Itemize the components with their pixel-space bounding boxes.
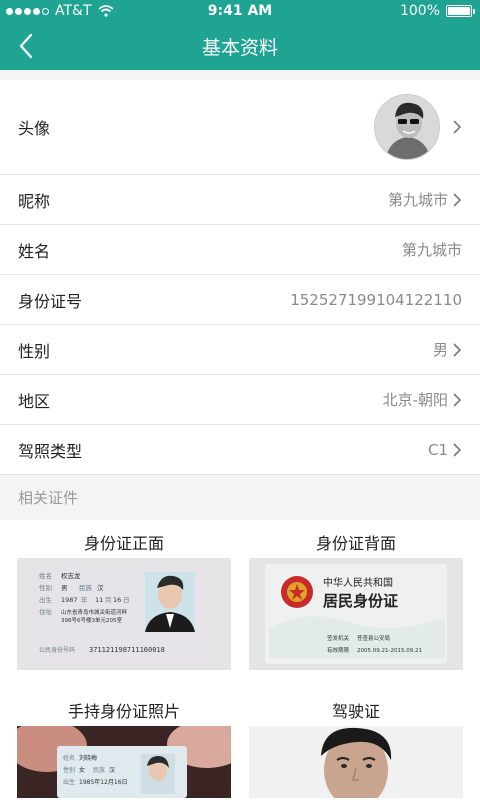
hand-ethnic: 汉 <box>109 766 115 774</box>
avatar-row[interactable]: 头像 <box>0 80 480 175</box>
row-nickname[interactable]: 昵称 第九城市 <box>0 175 480 225</box>
status-right: 100% <box>399 3 475 19</box>
hand-name-label: 姓名 <box>63 754 75 762</box>
id-addr2: 398号6号楼3单元205室 <box>61 616 122 624</box>
doc-title: 身份证正面 <box>83 534 164 553</box>
chevron-right-icon <box>453 120 462 134</box>
doc-hand-id: 手持身份证照片 姓名 刘晓梅 性别 女 民族 汉 出生 1985年12月16日 <box>17 698 231 798</box>
svg-text:月: 月 <box>105 596 112 604</box>
doc-id-back: 身份证背面 中华人民共和国 居民身份证 签发机关 苍查县公安局 有效期限 200… <box>249 530 463 670</box>
nav-bar: 基本资料 <box>0 22 480 70</box>
doc-id-front: 身份证正面 姓名 权志龙 性别 男 民族 汉 出生 1987 年 11 月 16… <box>17 530 231 670</box>
hand-ethnic-label: 民族 <box>93 766 105 774</box>
chevron-right-icon <box>453 342 462 357</box>
id-number-label: 公民身份号码 <box>39 646 75 654</box>
id-front-image[interactable]: 姓名 权志龙 性别 男 民族 汉 出生 1987 年 11 月 16 日 住址 … <box>17 558 231 670</box>
row-label: 昵称 <box>18 191 51 211</box>
id-ethnic-label: 民族 <box>79 583 93 592</box>
status-bar: AT&T 9:41 AM 100% <box>0 0 480 22</box>
drivers-license-image[interactable] <box>249 726 463 798</box>
id-birth-year: 1987 <box>61 596 78 604</box>
row-value: C1 <box>427 440 448 459</box>
id-number: 371121198711160018 <box>89 646 165 654</box>
row-label: 地区 <box>18 391 51 411</box>
id-name-label: 姓名 <box>39 571 52 580</box>
doc-drivers-license: 驾驶证 <box>249 698 463 798</box>
row-value: 男 <box>432 341 448 359</box>
chevron-right-icon <box>453 192 462 207</box>
row-name: 姓名 第九城市 <box>0 225 480 275</box>
id-addr-label: 住址 <box>39 607 53 616</box>
row-label: 身份证号 <box>18 291 83 311</box>
hand-sex: 女 <box>79 766 85 774</box>
svg-text:年: 年 <box>81 595 88 604</box>
chevron-right-icon <box>453 442 462 457</box>
hand-sex-label: 性别 <box>63 766 75 774</box>
row-label: 姓名 <box>18 241 51 261</box>
hand-birth: 1985年12月16日 <box>79 778 128 786</box>
profile-list: 头像 昵称 第九城市 姓名 第九城市 身份证号 1525271991041221… <box>0 80 480 519</box>
row-license-type[interactable]: 驾照类型 C1 <box>0 425 480 475</box>
row-value: 第九城市 <box>387 191 448 209</box>
id-valid-label: 有效期限 <box>327 646 350 654</box>
id-country: 中华人民共和国 <box>323 576 393 589</box>
row-region[interactable]: 地区 北京-朝阳 <box>0 375 480 425</box>
id-birth-day: 16 <box>113 596 121 604</box>
id-sex-label: 性别 <box>39 583 52 592</box>
avatar <box>374 94 440 160</box>
id-addr1: 山东省青岛市城关街道河畔 <box>61 608 128 616</box>
battery-icon <box>446 5 475 17</box>
id-ethnic: 汉 <box>97 584 104 592</box>
battery-percent: 100% <box>399 3 440 19</box>
id-birth-month: 11 <box>95 596 103 604</box>
id-card-name: 居民身份证 <box>323 592 398 610</box>
svg-text:日: 日 <box>123 596 130 604</box>
id-authority-label: 签发机关 <box>327 634 350 642</box>
row-gender[interactable]: 性别 男 <box>0 325 480 375</box>
id-name: 权志龙 <box>61 571 81 580</box>
section-title: 相关证件 <box>0 475 480 519</box>
documents-grid: 身份证正面 姓名 权志龙 性别 男 民族 汉 出生 1987 年 11 月 16… <box>0 520 480 800</box>
page-title: 基本资料 <box>201 37 278 59</box>
id-sex: 男 <box>61 584 68 592</box>
doc-title: 驾驶证 <box>331 702 380 721</box>
avatar-value <box>374 94 462 160</box>
avatar-label: 头像 <box>18 119 51 138</box>
id-authority: 苍查县公安局 <box>357 634 390 642</box>
id-birth-label: 出生 <box>39 595 53 604</box>
doc-title: 身份证背面 <box>315 534 396 553</box>
row-label: 性别 <box>18 341 51 361</box>
hand-id-image[interactable]: 姓名 刘晓梅 性别 女 民族 汉 出生 1985年12月16日 <box>17 726 231 798</box>
hand-birth-label: 出生 <box>63 778 75 786</box>
doc-title: 手持身份证照片 <box>67 702 180 721</box>
row-value: 北京-朝阳 <box>382 391 448 409</box>
row-value: 第九城市 <box>401 241 462 259</box>
hand-name: 刘晓梅 <box>79 754 97 762</box>
row-id-number: 身份证号 152527199104122110 <box>0 275 480 325</box>
row-value: 152527199104122110 <box>290 290 462 309</box>
chevron-right-icon <box>453 392 462 407</box>
id-back-image[interactable]: 中华人民共和国 居民身份证 签发机关 苍查县公安局 有效期限 2005.09.2… <box>249 558 463 670</box>
id-valid: 2005.09.21-2015.09.21 <box>357 648 422 654</box>
row-label: 驾照类型 <box>18 441 83 461</box>
